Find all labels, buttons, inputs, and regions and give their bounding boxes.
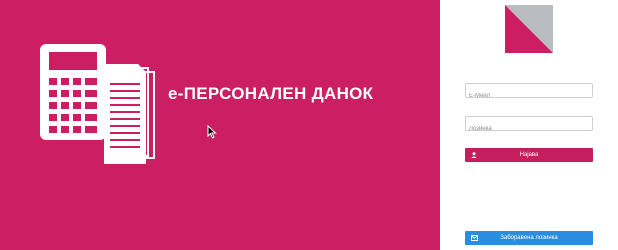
login-panel: Најава Заборавена лозинка [440, 0, 618, 250]
password-input[interactable] [466, 122, 592, 136]
forgot-password-button[interactable]: Заборавена лозинка [465, 231, 593, 245]
envelope-icon [471, 235, 478, 243]
forgot-password-label: Заборавена лозинка [500, 235, 558, 241]
user-icon [471, 152, 477, 160]
email-field[interactable] [465, 83, 593, 103]
calculator-documents-icon [38, 40, 158, 173]
diagonal-square-logo-icon [505, 5, 553, 58]
login-button-label: Најава [519, 152, 539, 158]
mouse-cursor-icon [207, 124, 217, 144]
login-button[interactable]: Најава [465, 148, 593, 162]
hero-banner: е-ПЕРСОНАЛЕН ДАНОК [0, 0, 440, 250]
hero-title: е-ПЕРСОНАЛЕН ДАНОК [168, 84, 374, 103]
password-field[interactable] [465, 116, 593, 136]
email-input[interactable] [466, 89, 592, 103]
